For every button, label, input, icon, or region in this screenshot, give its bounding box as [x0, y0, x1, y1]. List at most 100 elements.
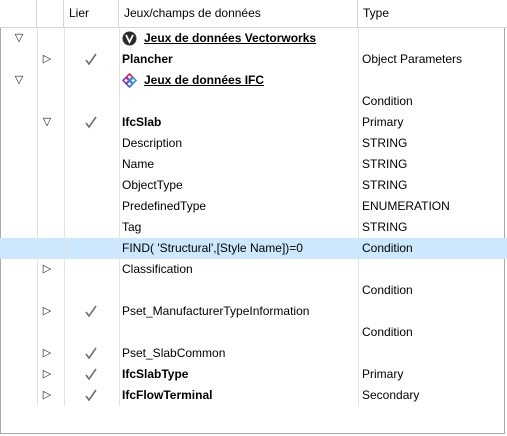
collapse-toggle-icon[interactable]: ▽ — [12, 70, 26, 91]
row-name: ObjectType — [122, 178, 183, 192]
tree-row[interactable]: ▷ IfcSlabType Primary — [0, 364, 507, 385]
row-name: Pset_SlabCommon — [122, 346, 226, 360]
header-expander-col — [0, 0, 37, 27]
row-name: IfcFlowTerminal — [122, 388, 213, 402]
link-check-icon[interactable] — [84, 388, 98, 402]
tree-row[interactable]: ▽ Jeux de données Vectorworks — [0, 28, 507, 49]
column-separator — [119, 364, 120, 385]
row-type: Condition — [362, 241, 413, 255]
column-separator — [64, 28, 65, 49]
column-separator — [119, 322, 120, 343]
tree-row[interactable]: Tag STRING — [0, 217, 507, 238]
column-separator — [358, 70, 359, 91]
row-type: Secondary — [362, 388, 420, 402]
column-separator — [119, 280, 120, 301]
column-separator — [119, 343, 120, 364]
row-type: Primary — [362, 115, 404, 129]
row-type: STRING — [362, 136, 408, 150]
collapse-toggle-icon[interactable]: ▽ — [12, 28, 26, 49]
row-type: STRING — [362, 220, 408, 234]
row-type: ENUMERATION — [362, 199, 450, 213]
tree-row[interactable]: PredefinedType ENUMERATION — [0, 196, 507, 217]
link-check-icon[interactable] — [84, 367, 98, 381]
column-separator — [64, 259, 65, 280]
column-separator — [119, 259, 120, 280]
row-name: Classification — [122, 262, 193, 276]
expand-toggle-icon[interactable]: ▷ — [40, 301, 54, 322]
row-name: Jeux de données IFC — [144, 73, 265, 87]
link-check-icon[interactable] — [84, 115, 98, 129]
tree-row[interactable]: Description STRING — [0, 133, 507, 154]
column-separator — [358, 364, 359, 385]
row-type: Condition — [362, 325, 413, 339]
column-separator — [37, 154, 38, 175]
ifc-icon — [122, 73, 137, 88]
column-separator — [64, 364, 65, 385]
column-separator — [64, 322, 65, 343]
header-name[interactable]: Jeux/champs de données — [119, 0, 358, 27]
column-separator — [64, 196, 65, 217]
header-type[interactable]: Type — [358, 0, 507, 27]
column-separator — [119, 70, 120, 91]
column-separator — [64, 49, 65, 70]
row-name: IfcSlab — [122, 115, 162, 129]
expand-toggle-icon[interactable]: ▷ — [40, 364, 54, 385]
tree-row[interactable]: ▷ Plancher Object Parameters — [0, 49, 507, 70]
header-link[interactable]: Lier — [64, 0, 119, 27]
row-type: Object Parameters — [362, 52, 463, 66]
column-separator — [119, 49, 120, 70]
tree-row[interactable]: FIND( 'Structural',[Style Name])=0 Condit… — [0, 238, 507, 259]
column-separator — [358, 175, 359, 196]
tree-row[interactable]: Name STRING — [0, 154, 507, 175]
tree-row[interactable]: ▽ IfcSlab Primary — [0, 112, 507, 133]
row-name: Tag — [122, 220, 142, 234]
column-separator — [119, 238, 120, 259]
column-separator — [358, 49, 359, 70]
column-separator — [37, 385, 38, 406]
column-separator — [358, 28, 359, 49]
link-check-icon[interactable] — [84, 304, 98, 318]
row-name: Pset_ManufacturerTypeInformation — [122, 304, 310, 318]
column-separator — [64, 154, 65, 175]
tree-row[interactable]: Condition — [0, 322, 507, 343]
column-separator — [119, 154, 120, 175]
row-name: FIND( 'Structural',[Style Name])=0 — [122, 241, 303, 255]
tree-row[interactable]: ▷ Pset_SlabCommon — [0, 343, 507, 364]
collapse-toggle-icon[interactable]: ▽ — [40, 112, 54, 133]
expand-toggle-icon[interactable]: ▷ — [40, 259, 54, 280]
link-check-icon[interactable] — [84, 346, 98, 360]
row-type — [362, 343, 502, 364]
column-separator — [119, 301, 120, 322]
tree-row[interactable]: Condition — [0, 280, 507, 301]
column-separator — [37, 280, 38, 301]
row-type: Condition — [362, 283, 413, 297]
expand-toggle-icon[interactable]: ▷ — [40, 343, 54, 364]
row-type: STRING — [362, 178, 408, 192]
tree-row[interactable]: Condition — [0, 91, 507, 112]
column-separator — [358, 322, 359, 343]
column-separator — [119, 133, 120, 154]
column-separator — [37, 259, 38, 280]
column-separator — [119, 91, 120, 112]
expand-toggle-icon[interactable]: ▷ — [40, 385, 54, 406]
row-name — [122, 322, 356, 343]
tree-row[interactable]: ▷ IfcFlowTerminal Secondary — [0, 385, 507, 406]
column-separator — [64, 70, 65, 91]
column-separator — [37, 301, 38, 322]
link-check-icon[interactable] — [84, 52, 98, 66]
tree-row[interactable]: ObjectType STRING — [0, 175, 507, 196]
column-separator — [64, 343, 65, 364]
tree-row[interactable]: ▷ Classification — [0, 259, 507, 280]
row-name — [122, 91, 356, 112]
row-type: Condition — [362, 94, 413, 108]
tree-row[interactable]: ▷ Pset_ManufacturerTypeInformation — [0, 301, 507, 322]
expand-toggle-icon[interactable]: ▷ — [40, 49, 54, 70]
column-separator — [37, 196, 38, 217]
column-separator — [358, 154, 359, 175]
column-separator — [37, 28, 38, 49]
column-separator — [358, 385, 359, 406]
row-name: Description — [122, 136, 183, 150]
row-type: STRING — [362, 157, 408, 171]
tree-row[interactable]: ▽ Jeux de données IFC — [0, 70, 507, 91]
row-name: IfcSlabType — [122, 367, 189, 381]
